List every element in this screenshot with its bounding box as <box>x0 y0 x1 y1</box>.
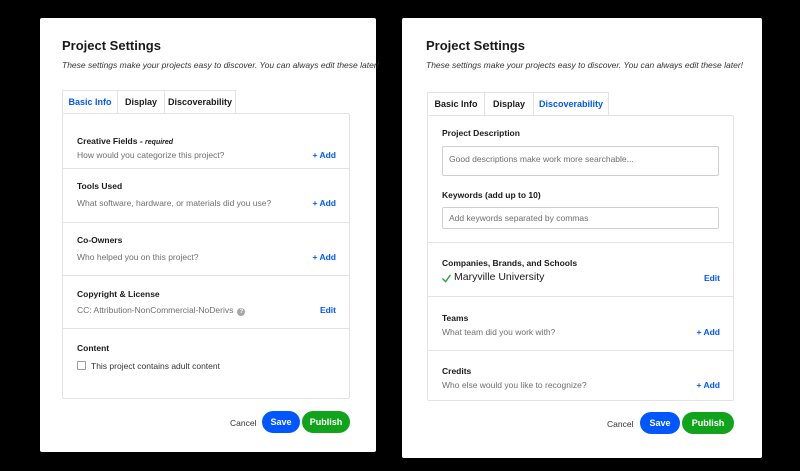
cancel-button[interactable]: Cancel <box>607 419 633 429</box>
publish-button[interactable]: Publish <box>682 412 734 434</box>
license-text: CC: Attribution-NonCommercial-NoDerivs? <box>77 305 246 316</box>
project-settings-dialog-discoverability: Project Settings These settings make you… <box>402 18 762 458</box>
tab-display[interactable]: Display <box>484 92 533 115</box>
keywords-title: Keywords (add up to 10) <box>442 190 541 200</box>
tools-used-section: Tools Used What software, hardware, or m… <box>63 169 349 223</box>
tab-discoverability[interactable]: Discoverability <box>533 92 609 115</box>
settings-box: Project Description Keywords (add up to … <box>427 115 734 401</box>
license-value: CC: Attribution-NonCommercial-NoDerivs <box>77 305 234 315</box>
tab-basic-info[interactable]: Basic Info <box>427 92 484 115</box>
project-description-field[interactable] <box>442 146 719 176</box>
required-label: required <box>145 139 174 146</box>
dialog-subtitle: These settings make your projects easy t… <box>62 60 380 70</box>
save-button[interactable]: Save <box>262 411 300 433</box>
add-co-owner-button[interactable]: + Add <box>312 252 336 262</box>
credits-desc: Who else would you like to recognize? <box>442 380 587 390</box>
creative-fields-section: Creative Fields - required How would you… <box>63 114 349 169</box>
add-credit-button[interactable]: + Add <box>696 380 720 390</box>
copyright-section: Copyright & License CC: Attribution-NonC… <box>63 276 349 329</box>
credits-title: Credits <box>442 366 472 376</box>
tab-bar: Basic Info Display Discoverability <box>62 90 236 113</box>
tab-basic-info[interactable]: Basic Info <box>62 90 117 113</box>
cancel-button[interactable]: Cancel <box>230 418 256 428</box>
save-button[interactable]: Save <box>640 412 680 434</box>
project-description-title: Project Description <box>442 128 520 138</box>
keywords-input[interactable] <box>442 207 719 229</box>
companies-section: Companies, Brands, and Schools Maryville… <box>428 243 733 297</box>
add-creative-field-button[interactable]: + Add <box>312 150 336 160</box>
project-settings-dialog-basic-info: Project Settings These settings make you… <box>40 18 380 452</box>
teams-section: Teams What team did you work with? + Add <box>428 297 733 351</box>
dialog-subtitle: These settings make your projects easy t… <box>426 60 744 70</box>
section-title: Creative Fields - required <box>77 136 173 146</box>
company-name: Maryville University <box>454 271 545 283</box>
tools-used-desc: What software, hardware, or materials di… <box>77 198 272 208</box>
credits-section: Credits Who else would you like to recog… <box>428 351 733 400</box>
tab-discoverability[interactable]: Discoverability <box>164 90 236 113</box>
dialog-title: Project Settings <box>62 38 161 53</box>
adult-content-checkbox[interactable] <box>77 361 86 370</box>
creative-fields-title: Creative Fields - <box>77 136 143 146</box>
publish-button[interactable]: Publish <box>302 411 350 433</box>
copyright-title: Copyright & License <box>77 289 160 299</box>
checkmark-icon <box>442 274 451 283</box>
description-keywords-section: Project Description Keywords (add up to … <box>428 116 733 243</box>
content-title: Content <box>77 343 110 353</box>
creative-fields-desc: How would you categorize this project? <box>77 150 225 160</box>
add-team-button[interactable]: + Add <box>696 327 720 337</box>
companies-title: Companies, Brands, and Schools <box>442 258 578 268</box>
info-icon[interactable]: ? <box>237 308 246 316</box>
tools-used-title: Tools Used <box>77 181 123 191</box>
dialog-title: Project Settings <box>426 38 525 53</box>
add-tool-button[interactable]: + Add <box>312 198 336 208</box>
edit-companies-button[interactable]: Edit <box>704 273 720 283</box>
content-section: Content This project contains adult cont… <box>63 329 349 398</box>
tab-bar: Basic Info Display Discoverability <box>427 92 609 115</box>
edit-license-button[interactable]: Edit <box>320 305 336 315</box>
co-owners-section: Co-Owners Who helped you on this project… <box>63 223 349 276</box>
settings-box: Creative Fields - required How would you… <box>62 113 350 399</box>
co-owners-title: Co-Owners <box>77 235 123 245</box>
adult-content-label: This project contains adult content <box>91 361 220 371</box>
teams-desc: What team did you work with? <box>442 327 556 337</box>
tab-display[interactable]: Display <box>117 90 164 113</box>
teams-title: Teams <box>442 313 469 323</box>
co-owners-desc: Who helped you on this project? <box>77 252 199 262</box>
